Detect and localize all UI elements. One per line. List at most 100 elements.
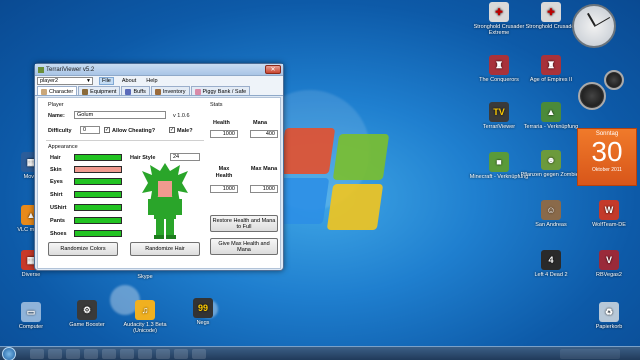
mana-label: Mana [253, 120, 268, 126]
taskbar-item[interactable] [102, 349, 116, 359]
difficulty-input[interactable]: 0 [80, 126, 100, 134]
mana-input[interactable]: 400 [250, 130, 278, 138]
vegas-icon: V [599, 250, 619, 270]
taskbar-item[interactable] [84, 349, 98, 359]
hair-color-label: Hair [50, 155, 61, 161]
shirt-color-swatch[interactable] [74, 191, 122, 198]
player-select[interactable]: player2 ▼ [37, 77, 93, 85]
buffs-icon [125, 88, 132, 95]
taskbar-item[interactable] [48, 349, 62, 359]
close-button[interactable]: ✕ [265, 65, 281, 74]
skin-color-swatch[interactable] [74, 166, 122, 173]
taskbar-item[interactable] [30, 349, 44, 359]
eyes-color-label: Eyes [50, 179, 63, 185]
desktop-icon-age-of-empires[interactable]: ♜ Age of Empires II [520, 55, 582, 83]
tv-icon: TV [489, 102, 509, 122]
piggy-bank-icon [194, 88, 201, 95]
shield-icon: ✚ [489, 2, 509, 22]
health-label: Health [213, 120, 230, 126]
shoes-color-swatch[interactable] [74, 230, 122, 237]
give-max-health-mana-button[interactable]: Give Max Health and Mana [210, 238, 278, 255]
start-button[interactable] [2, 347, 16, 360]
desktop-icon-pflanzen[interactable]: ☻ Pflanzen gegen Zombies [520, 150, 582, 178]
gta-icon: ☺ [541, 200, 561, 220]
desktop-icon-rbvegas[interactable]: V RBVegas2 [578, 250, 640, 278]
male-checkbox[interactable]: ✓ [169, 127, 175, 133]
desktop-icon-terraria[interactable]: ▲ Terraria - Verknüpfung [520, 102, 582, 130]
desktop-icon-computer[interactable]: ▭ Computer [0, 302, 62, 330]
eyes-color-swatch[interactable] [74, 178, 122, 185]
allow-cheating-label: Allow Cheating? [112, 128, 156, 134]
health-input[interactable]: 1000 [210, 130, 238, 138]
clock-hour-hand [587, 13, 596, 26]
taskbar-item[interactable] [138, 349, 152, 359]
negs-icon: 99 [193, 298, 213, 318]
castle-icon: ♜ [489, 55, 509, 75]
hair-style-stepper[interactable]: 24 [170, 153, 200, 161]
hair-color-swatch[interactable] [74, 154, 122, 161]
tab-equipment[interactable]: Equipment [78, 86, 121, 95]
terraria-icon: ▲ [541, 102, 561, 122]
desktop-icon-left4dead[interactable]: 4 Left 4 Dead 2 [520, 250, 582, 278]
max-mana-input[interactable]: 1000 [250, 185, 278, 193]
desktop-icon-negs[interactable]: 99 Negs [172, 298, 234, 326]
taskbar [0, 346, 640, 360]
divider [46, 140, 204, 141]
tab-piggy-bank[interactable]: Piggy Bank / Safe [190, 86, 251, 95]
menu-help[interactable]: Help [144, 78, 159, 84]
male-label: Male? [177, 128, 193, 134]
randomize-colors-button[interactable]: Randomize Colors [48, 242, 118, 256]
allow-cheating-checkbox[interactable]: ✓ [104, 127, 110, 133]
terrariviewer-window[interactable]: TerrariViewer v5.2 ✕ player2 ▼ File Abou… [34, 63, 284, 271]
stats-section-title: Stats [210, 102, 223, 108]
taskbar-item[interactable] [156, 349, 170, 359]
title-bar[interactable]: TerrariViewer v5.2 ✕ [35, 64, 283, 76]
desktop-icon-audacity[interactable]: ♫ Audacity 1.3 Beta (Unicode) [114, 300, 176, 334]
character-icon [41, 88, 47, 95]
clock-minute-hand [594, 17, 611, 27]
name-input[interactable]: Golum [74, 111, 166, 119]
desktop-icon-papierkorb[interactable]: ♻ Papierkorb [578, 302, 640, 330]
recycle-bin-icon: ♻ [599, 302, 619, 322]
ushirt-color-swatch[interactable] [74, 204, 122, 211]
tab-inventory[interactable]: Inventory [150, 86, 190, 95]
calendar-gadget[interactable]: Sonntag 30 Oktober 2011 [577, 128, 637, 186]
computer-icon: ▭ [21, 302, 41, 322]
desktop-icon-san-andreas[interactable]: ☺ San Andreas [520, 200, 582, 228]
menu-about[interactable]: About [120, 78, 138, 84]
system-tray[interactable] [560, 349, 620, 359]
pants-color-swatch[interactable] [74, 217, 122, 224]
player-section-title: Player [48, 102, 64, 108]
taskbar-item[interactable] [174, 349, 188, 359]
taskbar-item[interactable] [66, 349, 80, 359]
grass-block-icon: ■ [489, 152, 509, 172]
ushirt-color-label: UShirt [50, 205, 67, 211]
taskbar-item[interactable] [192, 349, 206, 359]
desktop-icon-wolfteam[interactable]: W WolfTeam-DE [578, 200, 640, 228]
version-label: v 1.0.6 [173, 113, 190, 119]
equipment-icon [82, 88, 89, 95]
appearance-section-title: Appearance [48, 144, 78, 150]
menu-file[interactable]: File [99, 77, 114, 85]
randomize-hair-button[interactable]: Randomize Hair [130, 242, 200, 256]
clock-gadget[interactable] [572, 4, 616, 48]
max-health-input[interactable]: 1000 [210, 185, 238, 193]
app-icon [38, 66, 44, 73]
windows-logo [272, 128, 392, 230]
menu-bar: player2 ▼ File About Help [35, 76, 283, 86]
chevron-down-icon: ▼ [86, 78, 91, 84]
shirt-color-label: Shirt [50, 192, 63, 198]
desktop-icon-game-booster[interactable]: ⚙ Game Booster [56, 300, 118, 328]
hair-style-label: Hair Style [130, 155, 156, 161]
tab-buffs[interactable]: Buffs [121, 86, 150, 95]
pants-color-label: Pants [50, 218, 65, 224]
headphones-icon: ♫ [135, 300, 155, 320]
tab-character[interactable]: Character [37, 86, 78, 95]
restore-health-mana-button[interactable]: Restore Health and Mana to Full [210, 215, 278, 232]
memory-meter-gadget[interactable] [604, 70, 624, 90]
shoes-color-label: Shoes [50, 231, 67, 237]
cpu-meter-gadget[interactable] [578, 82, 606, 110]
taskbar-item[interactable] [120, 349, 134, 359]
tab-bar: Character Equipment Buffs Inventory Pigg… [35, 86, 283, 96]
window-title: TerrariViewer v5.2 [46, 66, 95, 73]
